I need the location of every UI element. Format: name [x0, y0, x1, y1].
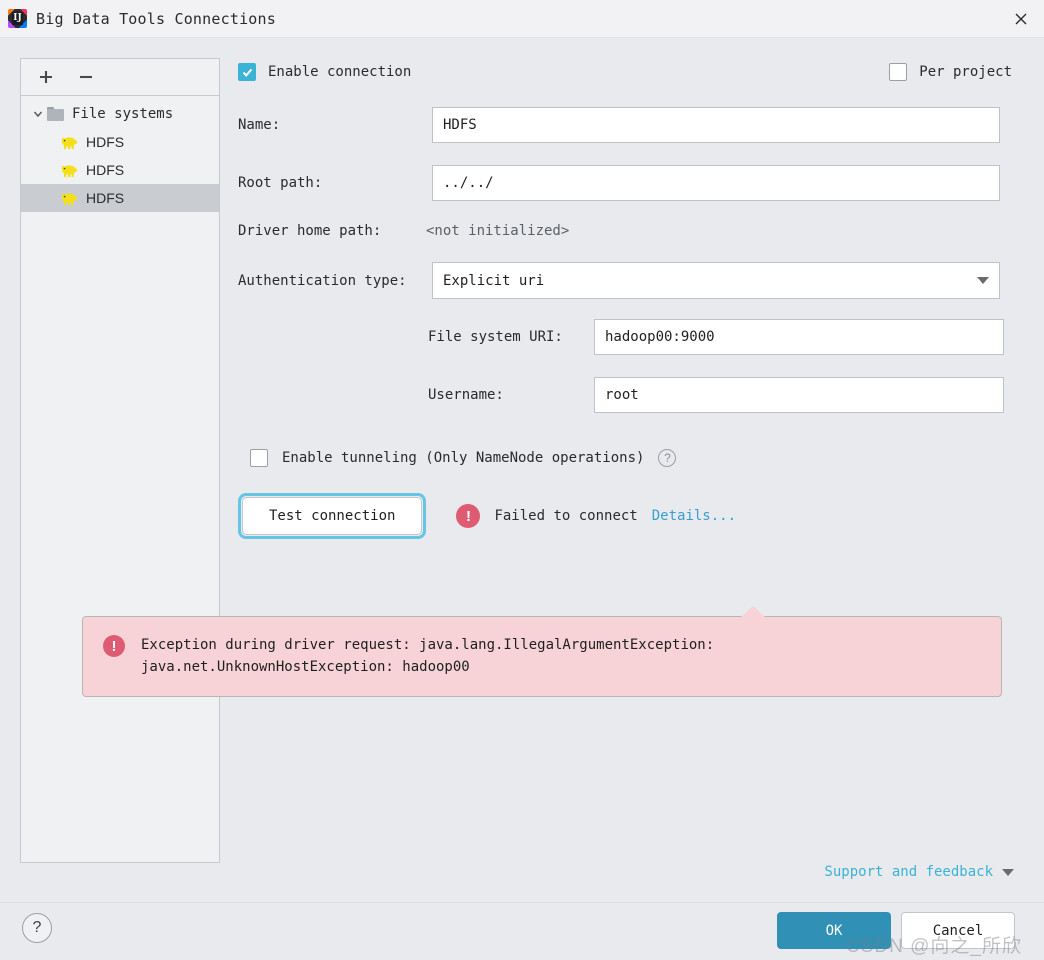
error-balloon-text: Exception during driver request: java.la… — [141, 635, 714, 678]
root-path-input[interactable]: ../../ — [432, 165, 1000, 201]
tree-node-label: File systems — [72, 106, 174, 122]
tree-node-hdfs-3[interactable]: HDFS — [21, 184, 219, 212]
enable-tunneling-checkbox[interactable] — [250, 449, 268, 467]
driver-home-path-value: <not initialized> — [426, 223, 570, 239]
intellij-idea-icon: IJ — [8, 9, 27, 28]
enable-tunneling-row: Enable tunneling (Only NameNode operatio… — [238, 449, 1024, 467]
connection-form: Enable connection Per project Name: HDFS… — [238, 58, 1024, 539]
authentication-type-value: Explicit uri — [443, 272, 545, 289]
connections-tree: File systems HDFS HDFS HDFS — [21, 96, 219, 862]
checkbox-box[interactable] — [238, 63, 256, 81]
cancel-button[interactable]: Cancel — [901, 912, 1015, 949]
username-input[interactable]: root — [594, 377, 1004, 413]
window-titlebar: IJ Big Data Tools Connections — [0, 0, 1044, 38]
root-path-label: Root path: — [238, 175, 323, 191]
question-mark-icon[interactable]: ? — [658, 449, 677, 467]
ok-button[interactable]: OK — [777, 912, 891, 949]
error-line-2: java.net.UnknownHostException: hadoop00 — [141, 658, 470, 675]
chevron-down-icon[interactable] — [977, 277, 989, 284]
driver-home-path-row: Driver home path: <not initialized> — [238, 219, 1024, 243]
tree-node-label: HDFS — [86, 162, 125, 178]
driver-home-path-label: Driver home path: — [238, 223, 382, 239]
test-connection-row: Test connection ! Failed to connect Deta… — [238, 493, 1024, 539]
chevron-down-icon[interactable] — [29, 105, 47, 123]
name-input[interactable]: HDFS — [432, 107, 1000, 143]
per-project-label: Per project — [919, 64, 1012, 80]
close-icon[interactable] — [998, 0, 1044, 38]
connection-status: ! Failed to connect Details... — [456, 504, 736, 528]
tree-node-hdfs-1[interactable]: HDFS — [21, 128, 219, 156]
hadoop-elephant-icon — [61, 137, 78, 149]
test-connection-button[interactable]: Test connection — [242, 497, 423, 535]
enable-connection-label: Enable connection — [268, 64, 412, 80]
error-icon: ! — [103, 635, 125, 657]
name-row: Name: HDFS — [238, 107, 1024, 143]
file-system-uri-input[interactable]: hadoop00:9000 — [594, 319, 1004, 355]
connections-sidebar: File systems HDFS HDFS HDFS — [20, 58, 220, 863]
tree-node-label: HDFS — [86, 134, 125, 150]
error-line-1: Exception during driver request: java.la… — [141, 637, 715, 653]
add-connection-button[interactable] — [33, 64, 59, 90]
toggles-row: Enable connection Per project — [238, 58, 1024, 86]
remove-connection-button[interactable] — [73, 64, 99, 90]
tree-node-hdfs-2[interactable]: HDFS — [21, 156, 219, 184]
sidebar-toolbar — [21, 59, 219, 96]
file-system-uri-row: File system URI: hadoop00:9000 — [238, 319, 1024, 355]
support-and-feedback-link[interactable]: Support and feedback — [824, 864, 1014, 880]
dialog-footer: ? OK Cancel CSDN @向之_所欣 — [0, 902, 1044, 960]
support-label: Support and feedback — [824, 864, 993, 880]
folder-icon — [47, 107, 64, 121]
username-label: Username: — [428, 387, 504, 403]
error-icon: ! — [456, 504, 481, 528]
error-balloon: ! Exception during driver request: java.… — [82, 605, 1002, 698]
file-system-uri-label: File system URI: — [428, 329, 563, 345]
hadoop-elephant-icon — [61, 193, 78, 205]
username-row: Username: root — [238, 377, 1024, 413]
hadoop-elephant-icon — [61, 165, 78, 177]
enable-connection-checkbox[interactable]: Enable connection — [238, 63, 411, 81]
authentication-type-select[interactable]: Explicit uri — [432, 262, 1000, 299]
window-title: Big Data Tools Connections — [36, 9, 276, 28]
balloon-arrow — [741, 606, 765, 617]
authentication-type-row: Authentication type: Explicit uri — [238, 262, 1024, 299]
test-connection-focus-ring: Test connection — [238, 493, 427, 539]
details-link[interactable]: Details... — [652, 508, 736, 524]
authentication-type-label: Authentication type: — [238, 272, 407, 289]
enable-tunneling-label: Enable tunneling (Only NameNode operatio… — [282, 450, 645, 466]
dialog-body: File systems HDFS HDFS HDFS Enable conne… — [0, 38, 1044, 902]
root-path-row: Root path: ../../ — [238, 165, 1024, 201]
tree-node-label: HDFS — [86, 190, 125, 206]
chevron-down-icon[interactable] — [1002, 868, 1014, 876]
name-label: Name: — [238, 117, 281, 133]
per-project-checkbox[interactable]: Per project — [889, 63, 1012, 81]
tree-node-file-systems[interactable]: File systems — [21, 100, 219, 128]
checkbox-box[interactable] — [889, 63, 908, 81]
status-text: Failed to connect — [494, 508, 638, 524]
help-button[interactable]: ? — [22, 913, 52, 943]
